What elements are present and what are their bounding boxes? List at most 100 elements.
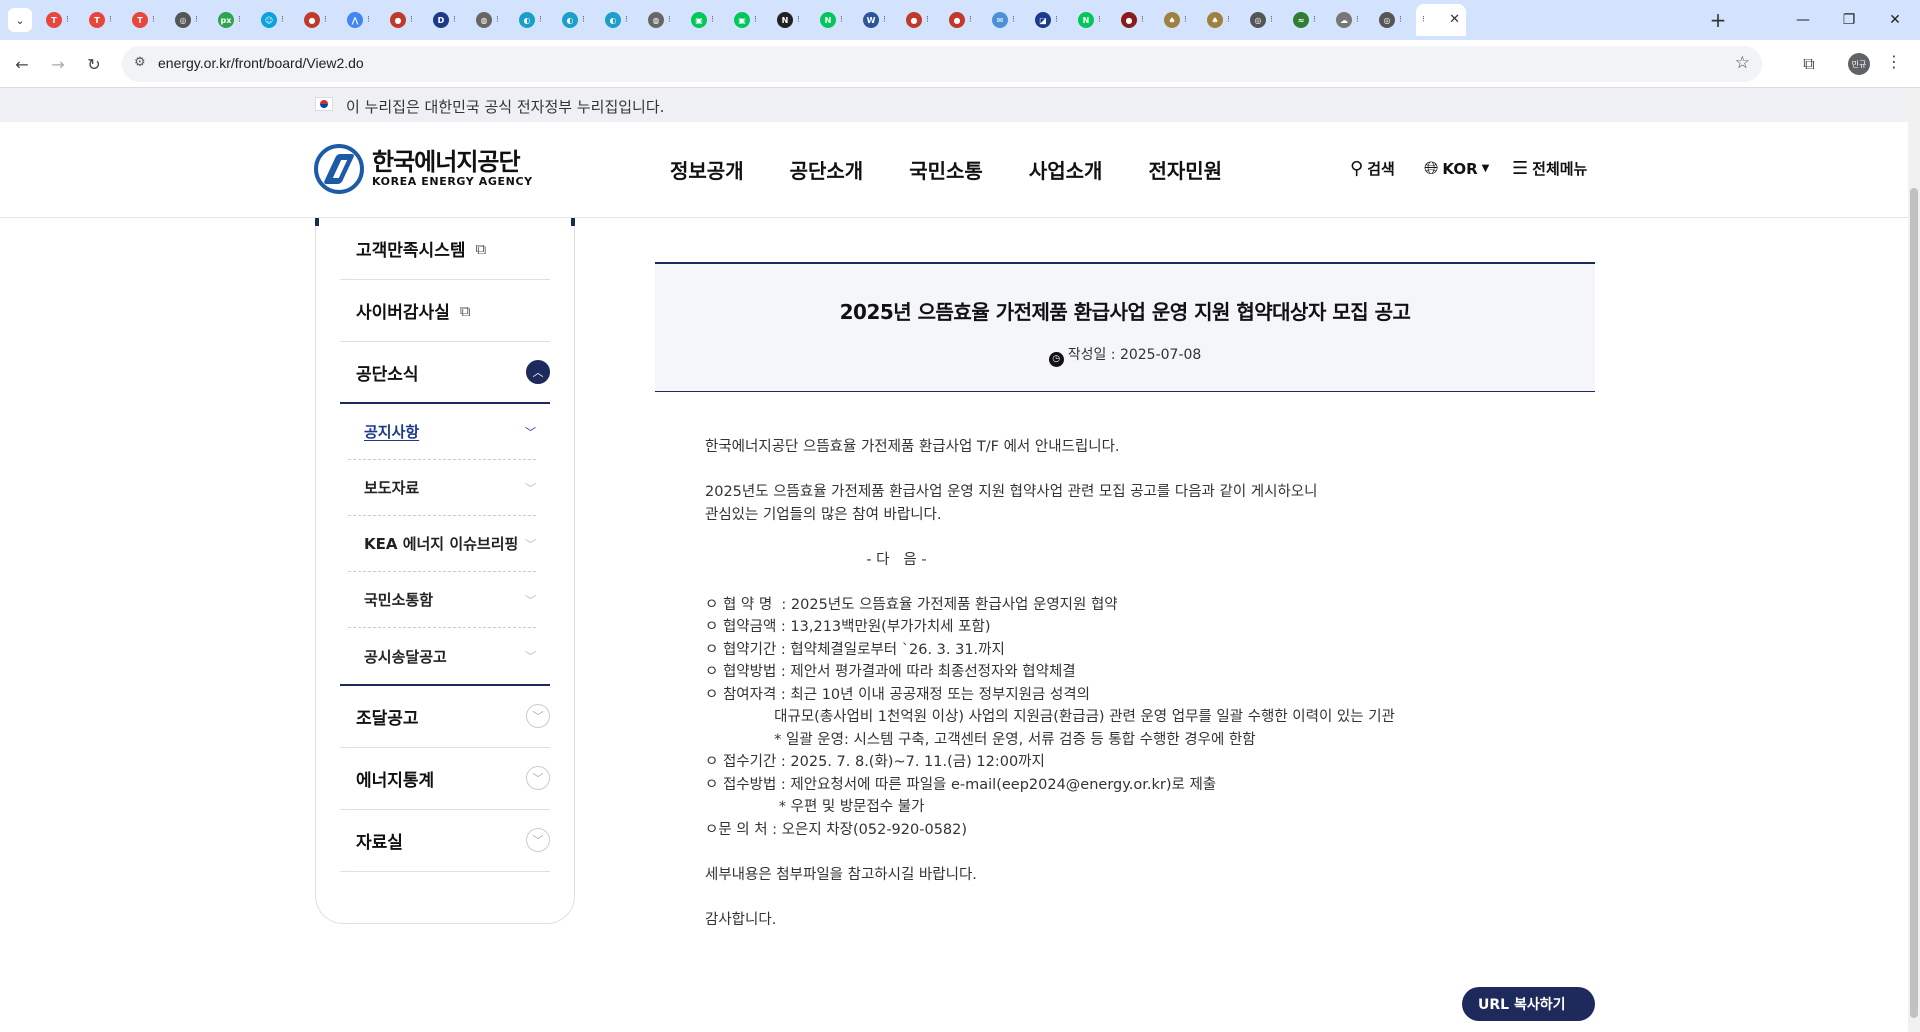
- browser-tab[interactable]: ▣ ⁝: [728, 4, 771, 36]
- page-scrollbar[interactable]: [1908, 88, 1920, 1032]
- sidebar-subitem-label: 보도자료: [364, 479, 420, 497]
- address-bar[interactable]: ⚙ energy.or.kr/front/board/View2.do ☆: [122, 46, 1762, 82]
- chevron-down-icon: ﹀: [525, 426, 536, 439]
- tab-favicon-icon: ●: [390, 12, 406, 28]
- browser-tab[interactable]: ♠ ⁝: [1158, 4, 1201, 36]
- gnb-item-communication[interactable]: 국민소통: [909, 155, 983, 184]
- sidebar-item-cyber-audit[interactable]: 사이버감사실 ⧉: [340, 280, 550, 342]
- browser-tab[interactable]: T ⁝: [83, 4, 126, 36]
- body-line: 세부내용은 첨부파일을 참고하시길 바랍니다.: [705, 866, 977, 883]
- browser-tab[interactable]: ◪ ⁝: [1029, 4, 1072, 36]
- sidebar-item-archive[interactable]: 자료실 ﹀: [340, 810, 550, 872]
- sidebar-item-label: 고객만족시스템: [356, 241, 466, 261]
- sidebar-item-energy-statistics[interactable]: 에너지통계 ﹀: [340, 748, 550, 810]
- browser-tab[interactable]: ☁ ⁝: [1330, 4, 1373, 36]
- browser-tab[interactable]: ◎ ⁝: [1373, 4, 1416, 36]
- sidebar-item-procurement[interactable]: 조달공고 ﹀: [340, 686, 550, 748]
- browser-tab[interactable]: ♠ ⁝: [1201, 4, 1244, 36]
- restore-button[interactable]: ❐: [1826, 0, 1872, 40]
- sidebar-subitem-label: 공시송달공고: [364, 647, 447, 666]
- body-line: - 다 음 -: [705, 551, 927, 568]
- browser-tab[interactable]: D ⁝: [427, 4, 470, 36]
- extensions-icon[interactable]: ⧉: [1796, 51, 1822, 77]
- browser-toolbar: ← → ↻ ⚙ energy.or.kr/front/board/View2.d…: [0, 40, 1920, 88]
- sidebar-subitem-public-notice[interactable]: 공시송달공고 ﹀: [348, 628, 536, 684]
- language-select[interactable]: 🌐︎ KOR ▼: [1424, 158, 1489, 179]
- browser-tab[interactable]: ◎ ⁝: [1244, 4, 1287, 36]
- forward-button[interactable]: →: [44, 50, 72, 78]
- browser-tab[interactable]: ● ⁝: [900, 4, 943, 36]
- all-menu-button[interactable]: ☰ 전체메뉴: [1512, 158, 1587, 179]
- chevron-up-icon[interactable]: ︿: [526, 360, 550, 384]
- bookmark-star-icon[interactable]: ☆: [1735, 53, 1750, 73]
- chevron-down-icon[interactable]: ﹀: [526, 704, 550, 728]
- site-logo[interactable]: 한국에너지공단 KOREA ENERGY AGENCY: [314, 144, 533, 194]
- browser-tab[interactable]: ● ⁝: [1115, 4, 1158, 36]
- sidebar-subitem-notices[interactable]: 공지사항 ﹀: [348, 404, 536, 460]
- url-copy-button[interactable]: URL 복사하기: [1462, 987, 1595, 1021]
- browser-tab[interactable]: N ⁝: [771, 4, 814, 36]
- browser-tab[interactable]: ▣ ⁝: [685, 4, 728, 36]
- search-button[interactable]: ⚲ 검색: [1350, 158, 1395, 179]
- tab-search-button[interactable]: ⌄: [8, 8, 32, 32]
- tab-favicon-icon: ☺: [261, 12, 277, 28]
- site-info-icon[interactable]: ⚙: [134, 55, 146, 70]
- browser-tab[interactable]: ● ⁝: [943, 4, 986, 36]
- sidebar-subitem-issue-briefing[interactable]: KEA 에너지 이슈브리핑 ﹀: [348, 516, 536, 572]
- chevron-down-icon: ﹀: [525, 594, 536, 607]
- tab-title-truncated: ⁝: [926, 15, 929, 25]
- browser-tab[interactable]: T ⁝: [126, 4, 169, 36]
- browser-tab[interactable]: ✉ ⁝: [986, 4, 1029, 36]
- gnb-item-business[interactable]: 사업소개: [1029, 155, 1103, 184]
- reload-button[interactable]: ↻: [80, 50, 108, 78]
- close-tab-icon[interactable]: ✕: [1449, 12, 1460, 27]
- minimize-button[interactable]: —: [1780, 0, 1826, 40]
- sidebar-subitem-press-releases[interactable]: 보도자료 ﹀: [348, 460, 536, 516]
- sidebar-subitem-label: 공지사항: [364, 423, 420, 441]
- tab-favicon-icon: N: [820, 12, 836, 28]
- chevron-down-icon[interactable]: ﹀: [526, 766, 550, 790]
- sidebar-subitem-public-communication[interactable]: 국민소통함 ﹀: [348, 572, 536, 628]
- browser-tab[interactable]: ≈ ⁝: [1287, 4, 1330, 36]
- browser-menu-icon[interactable]: ⋮: [1886, 52, 1902, 71]
- gnb-item-info-disclosure[interactable]: 정보공개: [670, 155, 744, 184]
- browser-tab[interactable]: px ⁝: [212, 4, 255, 36]
- tab-title-truncated: ⁝: [1313, 15, 1316, 25]
- sidebar-item-customer-satisfaction[interactable]: 고객만족시스템 ⧉: [340, 218, 550, 280]
- browser-tab[interactable]: ◐ ⁝: [599, 4, 642, 36]
- profile-avatar[interactable]: 민규: [1848, 53, 1870, 75]
- tab-favicon-icon: ◎: [1250, 12, 1266, 28]
- gnb-item-e-civil[interactable]: 전자민원: [1148, 155, 1222, 184]
- close-window-button[interactable]: ✕: [1872, 0, 1918, 40]
- tab-favicon-icon: N: [777, 12, 793, 28]
- article-header: 2025년 으뜸효율 가전제품 환급사업 운영 지원 협약대상자 모집 공고 ◷…: [655, 262, 1595, 392]
- browser-tab[interactable]: W ⁝: [857, 4, 900, 36]
- browser-tab[interactable]: ◍ ⁝: [470, 4, 513, 36]
- body-line: * 일괄 운영: 시스템 구축, 고객센터 운영, 서류 검증 등 통합 수행한…: [705, 731, 1256, 748]
- chevron-down-icon[interactable]: ﹀: [526, 828, 550, 852]
- browser-tab[interactable]: ☺ ⁝: [255, 4, 298, 36]
- browser-tab[interactable]: ◐ ⁝: [513, 4, 556, 36]
- browser-tab[interactable]: ◎ ⁝: [169, 4, 212, 36]
- new-tab-button[interactable]: +: [1704, 6, 1732, 34]
- gnb-item-about[interactable]: 공단소개: [790, 155, 864, 184]
- url-text[interactable]: energy.or.kr/front/board/View2.do: [158, 55, 364, 71]
- body-line: 2025년도 으뜸효율 가전제품 환급사업 운영 지원 협약사업 관련 모집 공…: [705, 484, 1318, 500]
- browser-tab[interactable]: ◐ ⁝: [556, 4, 599, 36]
- article: 2025년 으뜸효율 가전제품 환급사업 운영 지원 협약대상자 모집 공고 ◷…: [655, 262, 1595, 928]
- browser-tab[interactable]: T ⁝: [40, 4, 83, 36]
- back-button[interactable]: ←: [8, 50, 36, 78]
- browser-tab-active[interactable]: ⁝ ✕: [1416, 4, 1466, 36]
- browser-tab[interactable]: ⋀ ⁝: [341, 4, 384, 36]
- browser-tab[interactable]: ● ⁝: [298, 4, 341, 36]
- scrollbar-thumb[interactable]: [1910, 188, 1918, 1018]
- browser-tab[interactable]: ◍ ⁝: [642, 4, 685, 36]
- browser-tab[interactable]: N ⁝: [814, 4, 857, 36]
- browser-tab[interactable]: ● ⁝: [384, 4, 427, 36]
- korea-flag-icon: [315, 97, 333, 111]
- search-label: 검색: [1367, 160, 1395, 178]
- article-date: ◷ 작성일 : 2025-07-08: [655, 344, 1595, 367]
- browser-tab[interactable]: N ⁝: [1072, 4, 1115, 36]
- body-line: 대규모(총사업비 1천억원 이상) 사업의 지원금(환급금) 관련 운영 업무를…: [705, 709, 1395, 725]
- sidebar-item-agency-news[interactable]: 공단소식 ︿: [340, 342, 550, 404]
